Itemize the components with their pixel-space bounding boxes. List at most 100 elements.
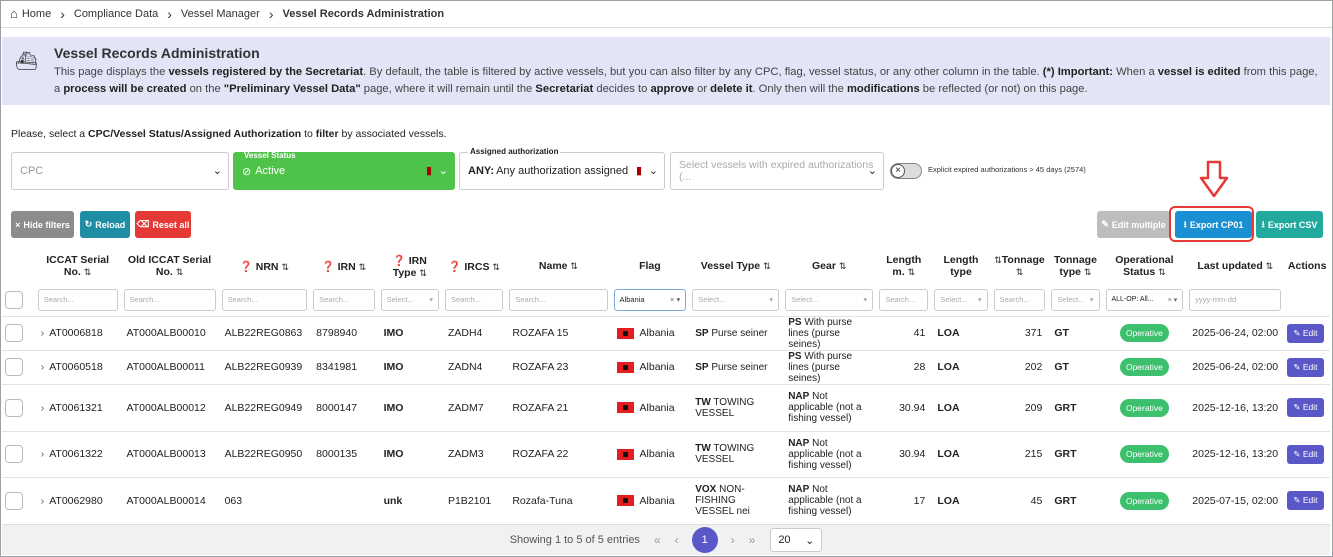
- cpc-select[interactable]: CPC ⌄: [11, 152, 229, 190]
- export-csv-button[interactable]: ⭳ Export CSV: [1256, 211, 1323, 238]
- sort-icon: ⇅: [763, 261, 771, 271]
- edit-button[interactable]: ✎ Edit: [1287, 444, 1324, 464]
- edit-button[interactable]: ✎ Edit: [1287, 357, 1324, 377]
- select-tonnage-type[interactable]: Select... ▾: [1051, 288, 1100, 311]
- cell-iccat: AT0060518: [49, 361, 103, 373]
- hide-filters-button[interactable]: × Hide filters: [11, 211, 74, 238]
- status-badge: Operative: [1119, 445, 1169, 463]
- cell-gear-code: PS: [788, 316, 802, 328]
- search-input-nrn[interactable]: Search...: [221, 288, 308, 311]
- cell-old-iccat: AT000ALB00012: [120, 383, 219, 431]
- select-all-checkbox[interactable]: [5, 290, 23, 309]
- row-checkbox[interactable]: [5, 324, 23, 342]
- cell-flag: Albania: [639, 448, 675, 460]
- cell-tonnage-type: GRT: [1048, 430, 1103, 477]
- trash-icon[interactable]: ▮: [636, 164, 642, 177]
- page-description: This page displays the vessels registere…: [54, 66, 1318, 95]
- col-ircs[interactable]: ❓ IRCS ⇅: [442, 248, 506, 284]
- col-length[interactable]: Length m. ⇅: [876, 248, 931, 284]
- col-nrn[interactable]: ❓ NRN ⇅: [219, 248, 311, 284]
- cell-tonnage: 202: [990, 349, 1049, 384]
- per-page-select[interactable]: 20 ⌄: [770, 528, 823, 552]
- cell-flag: Albania: [639, 361, 675, 373]
- reload-button[interactable]: ↻ Reload: [80, 211, 130, 238]
- select-flag[interactable]: Albania × ▾: [613, 288, 687, 311]
- cell-tonnage-type: GT: [1048, 349, 1103, 384]
- cell-length: 30.94: [876, 430, 932, 477]
- col-op-status[interactable]: Operational Status ⇅: [1103, 248, 1187, 284]
- col-irn[interactable]: ❓ IRN ⇅: [310, 248, 377, 284]
- select-gear[interactable]: Select... ▾: [785, 288, 874, 311]
- next-page-icon[interactable]: ›: [731, 533, 735, 547]
- expand-icon[interactable]: ›: [41, 495, 45, 507]
- search-input-iccat[interactable]: Search...: [37, 288, 118, 311]
- edit-button[interactable]: ✎ Edit: [1287, 491, 1324, 511]
- row-checkbox[interactable]: [5, 358, 23, 376]
- col-length-type[interactable]: Length type: [931, 248, 990, 284]
- search-input-tonnage[interactable]: Search...: [993, 288, 1046, 311]
- date-input-last-updated[interactable]: yyyy-mm-dd: [1189, 288, 1282, 311]
- page-current[interactable]: 1: [691, 527, 718, 553]
- table-row[interactable]: › AT0061321 AT000ALB00012 ALB22REG0949 80001…: [2, 383, 1330, 431]
- cell-ircs: ZADM7: [441, 383, 507, 431]
- caret-down-icon: ▾: [429, 295, 433, 305]
- reset-all-button[interactable]: ⌫ Reset all: [135, 211, 191, 238]
- cell-gear-code: NAP: [788, 391, 810, 402]
- select-irn-type[interactable]: Select... ▾: [380, 288, 439, 311]
- prev-page-icon[interactable]: ‹: [675, 533, 679, 547]
- clear-icon[interactable]: × ▾: [670, 295, 680, 304]
- edit-button[interactable]: ✎ Edit: [1287, 398, 1324, 417]
- search-input-irn[interactable]: Search...: [313, 288, 375, 311]
- pagination-summary: Showing 1 to 5 of 5 entries: [509, 534, 640, 546]
- row-checkbox[interactable]: [5, 445, 23, 463]
- expand-icon[interactable]: ›: [41, 402, 45, 414]
- help-icon: ❓: [321, 260, 335, 273]
- col-iccat[interactable]: ICCAT Serial No. ⇅: [35, 248, 121, 284]
- col-tonnage[interactable]: ⇅Tonnage ⇅: [991, 248, 1049, 284]
- row-checkbox[interactable]: [5, 398, 23, 417]
- help-icon: ❓: [448, 260, 462, 273]
- col-vessel-type[interactable]: Vessel Type ⇅: [689, 248, 782, 284]
- edit-button[interactable]: ✎ Edit: [1287, 323, 1324, 343]
- search-input-length[interactable]: Search...: [879, 288, 929, 311]
- trash-icon[interactable]: ▮: [426, 164, 432, 177]
- last-page-icon[interactable]: »: [749, 533, 756, 547]
- select-length-type[interactable]: Select... ▾: [934, 288, 988, 311]
- close-icon: ×: [891, 164, 905, 178]
- search-input-name[interactable]: Search...: [509, 288, 608, 311]
- col-old-iccat[interactable]: Old ICCAT Serial No. ⇅: [121, 248, 219, 284]
- sort-icon: ⇅: [492, 261, 500, 272]
- cell-vessel-type-code: TW: [695, 396, 711, 408]
- filter-row: Search... Search... Search... Search... …: [2, 284, 1330, 316]
- col-gear[interactable]: Gear ⇅: [782, 248, 876, 284]
- col-tonnage-type[interactable]: Tonnage type ⇅: [1048, 248, 1102, 284]
- row-checkbox[interactable]: [5, 491, 23, 510]
- cell-gear-code: NAP: [788, 484, 810, 496]
- select-vessel-type[interactable]: Select... ▾: [692, 288, 780, 311]
- expand-icon[interactable]: ›: [41, 448, 45, 460]
- sort-icon: ⇅: [570, 261, 578, 271]
- select-op-status[interactable]: ALL-OP: All... × ▾: [1105, 288, 1184, 311]
- chevron-down-icon: ⌄: [212, 165, 222, 177]
- search-input-ircs[interactable]: Search...: [444, 288, 504, 311]
- download-icon: ⭳: [1261, 218, 1265, 229]
- first-page-icon[interactable]: «: [654, 533, 661, 547]
- table-row[interactable]: › AT0061322 AT000ALB00013 ALB22REG0950 80001…: [2, 430, 1330, 477]
- table-row[interactable]: › AT0006818 AT000ALB00010 ALB22REG0863 87989…: [2, 315, 1330, 350]
- col-irn-type[interactable]: ❓ IRN Type ⇅: [378, 248, 442, 284]
- col-last-updated[interactable]: Last updated ⇅: [1186, 248, 1284, 284]
- assigned-authorization-select[interactable]: Assigned authorization ANY: Any authoriz…: [459, 147, 665, 190]
- col-name[interactable]: Name ⇅: [506, 248, 610, 284]
- caret-down-icon: ▾: [977, 295, 982, 305]
- status-badge: Operative: [1119, 398, 1169, 417]
- vessel-status-select[interactable]: Vessel Status ⊘ Active ▮ ⌄: [233, 151, 455, 190]
- clear-icon[interactable]: × ▾: [1168, 296, 1178, 304]
- expand-icon[interactable]: ›: [41, 327, 45, 339]
- expired-toggle[interactable]: ×: [890, 163, 922, 179]
- table-row[interactable]: › AT0062980 AT000ALB00014 063 unk P1B2101 Roza…: [2, 476, 1330, 524]
- cell-nrn: ALB22REG0939: [218, 349, 311, 384]
- expired-authorizations-select[interactable]: Select vessels with expired authorizatio…: [670, 152, 884, 190]
- table-row[interactable]: › AT0060518 AT000ALB00011 ALB22REG0939 83419…: [2, 349, 1330, 384]
- expand-icon[interactable]: ›: [41, 361, 45, 373]
- search-input-old-iccat[interactable]: Search...: [123, 288, 216, 311]
